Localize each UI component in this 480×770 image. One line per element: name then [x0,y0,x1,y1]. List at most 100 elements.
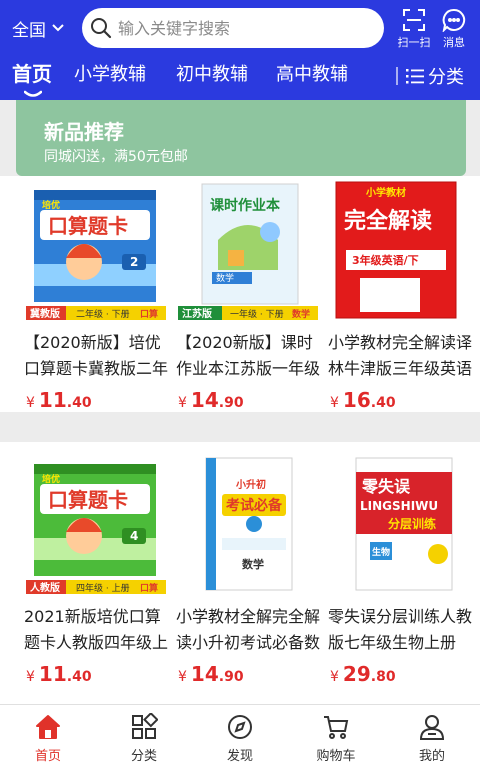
product-price: ¥29.80 [330,662,396,686]
cover-brand: 培优 [42,199,60,211]
cover-edition: 冀教版 [30,307,60,320]
cover-name: 口算题卡 [48,488,128,512]
cover-strip: 二年级 · 下册 [76,308,130,320]
price-decimal: .40 [66,669,92,685]
tab-home[interactable]: 首页 [12,58,52,87]
tab-senior[interactable]: 高中教辅 [276,60,348,86]
product-price: ¥14.90 [178,662,244,686]
cover-edition: 江苏版 [182,307,212,320]
grid-row-gap [0,412,480,442]
cover-name: 零失误 [361,477,411,496]
region-label: 全国 [12,20,46,41]
price-decimal: .40 [66,395,92,411]
cover-grade: 2 [130,255,138,269]
price-integer: 11 [38,662,67,686]
nav-label: 分类 [130,749,157,764]
price-decimal: .90 [218,669,244,685]
category-label: 分类 [428,67,464,88]
currency-symbol: ¥ [330,395,339,411]
price-integer: 11 [38,388,67,412]
new-arrivals-banner[interactable]: 新品推荐 同城闪送，满50元包邮 [16,100,466,176]
nav-label: 购物车 [316,749,356,764]
search-icon [91,18,112,39]
search-box[interactable] [82,8,384,48]
cover-strip: 一年级 · 下册 [230,308,284,320]
cart-icon [324,716,349,739]
cover-name: 课时作业本 [210,197,281,214]
cover-brand: 小学教材 [365,186,406,199]
compass-icon [228,715,252,739]
category-icon [132,713,158,739]
nav-home[interactable]: 首页 [18,713,78,764]
user-icon [419,715,445,740]
nav-category[interactable]: 分类 [114,713,174,764]
scan-label: 扫一扫 [397,36,431,49]
category-button[interactable]: 分类 [396,62,464,90]
product-price: ¥11.40 [26,662,92,686]
price-decimal: .80 [370,669,396,685]
cover-tag: 数学 [292,308,310,320]
cover-subject: 数学 [216,272,234,284]
currency-symbol: ¥ [178,395,187,411]
cover-brand: 培优 [42,473,60,485]
nav-label: 我的 [418,749,445,764]
menu-icon [406,69,424,84]
nav-cart[interactable]: 购物车 [306,713,366,764]
price-decimal: .90 [218,395,244,411]
region-selector[interactable]: 全国 [12,14,64,42]
bottom-nav: 首页 分类 发现 购物车 我的 [0,704,480,770]
cover-subject: 数学 [242,557,264,571]
cover-name: 口算题卡 [48,214,128,238]
app-header: 全国 扫一扫 消息 首页 小学教辅 初中教辅 高中教辅 分类 [0,0,480,100]
product-cover: 培优 口算题卡 2 冀教版 二年级 · 下册 口算 [26,180,166,320]
currency-symbol: ¥ [26,395,35,411]
nav-discover[interactable]: 发现 [210,713,270,764]
currency-symbol: ¥ [178,669,187,685]
price-integer: 16 [342,388,371,412]
cover-subject: 生物 [372,546,390,558]
tab-junior[interactable]: 初中教辅 [176,60,248,86]
currency-symbol: ¥ [330,669,339,685]
cover-top: 小升初 [235,478,266,491]
price-decimal: .40 [370,395,396,411]
banner-subtitle: 同城闪送，满50元包邮 [44,149,188,165]
cover-subject: 口算 [140,308,158,320]
cover-pinyin: LINGSHIWU [360,499,438,513]
scan-button[interactable]: 扫一扫 [393,8,435,50]
message-icon [442,8,466,32]
product-title: 【2020新版】培优口算题卡冀教版二年级下册 [24,333,169,378]
chevron-down-icon [52,24,64,32]
product-title: 小学教材完全解读译林牛津版三年级英语下 [328,333,473,378]
nav-mine[interactable]: 我的 [402,713,462,764]
product-title: 零失误分层训练人教版七年级生物上册 [328,607,473,652]
divider [396,67,398,85]
cover-grade: 4 [130,529,138,543]
message-label: 消息 [443,36,465,49]
category-tabs: 首页 小学教辅 初中教辅 高中教辅 分类 [0,56,480,97]
scan-icon [403,9,425,31]
product-cover: 课时作业本 数学 江苏版 一年级 · 下册 数学 [178,180,318,320]
banner-title: 新品推荐 [44,120,124,144]
message-button[interactable]: 消息 [433,8,475,50]
cover-strip: 四年级 · 上册 [76,582,130,594]
price-integer: 14 [190,662,219,686]
product-cover: 小升初 考试必备 数学 [178,454,318,594]
cover-sub: 分层训练 [388,516,436,531]
cover-name: 考试必备 [226,497,283,514]
price-integer: 14 [190,388,219,412]
active-tab-indicator [24,90,42,97]
search-input[interactable] [118,18,368,38]
nav-label: 发现 [226,749,253,764]
product-price: ¥16.40 [330,388,396,412]
product-cover: 零失误 LINGSHIWU 分层训练 生物 [330,454,470,594]
product-cover: 培优 口算题卡 4 人教版 四年级 · 上册 口算 [26,454,166,594]
cover-subject: 口算 [140,582,158,594]
nav-label: 首页 [34,749,61,764]
product-title: 【2020新版】课时作业本江苏版一年级下册数学 [176,333,321,378]
cover-edition: 人教版 [30,581,60,594]
product-price: ¥11.40 [26,388,92,412]
currency-symbol: ¥ [26,669,35,685]
product-title: 2021新版培优口算题卡人教版四年级上册 [24,607,169,652]
tab-primary[interactable]: 小学教辅 [74,60,146,86]
product-cover: 小学教材 完全解读 3年级英语/下 [330,180,470,320]
